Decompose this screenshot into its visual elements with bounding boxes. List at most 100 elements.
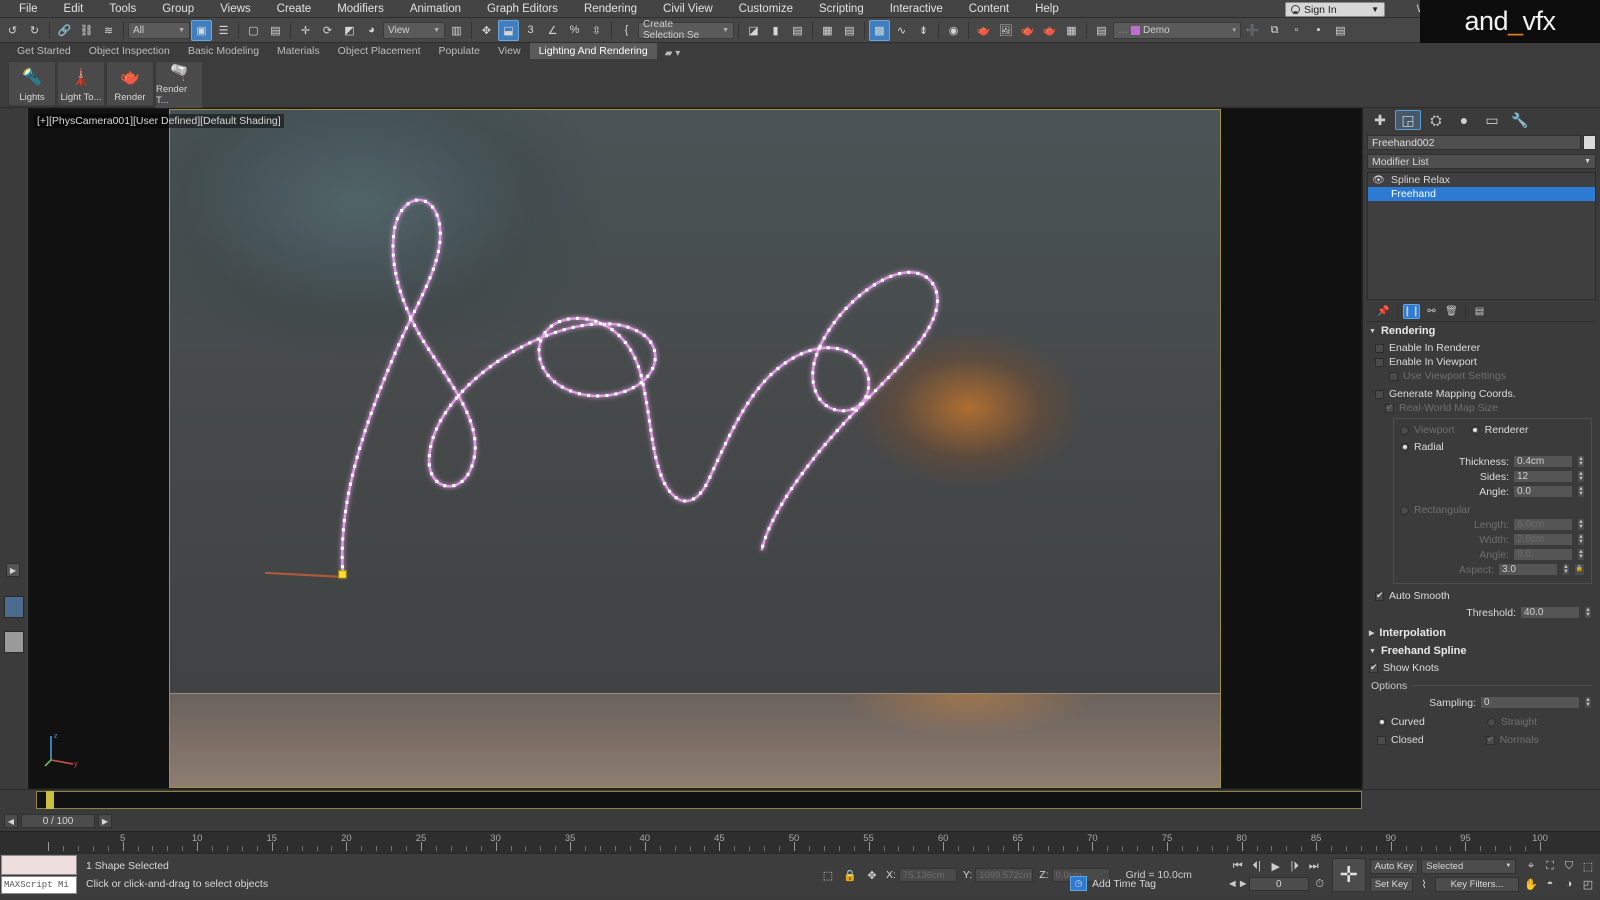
object-color-swatch[interactable] [1583,135,1596,150]
rectangular-selection-region-icon[interactable]: ▢ [243,20,264,41]
snaps-toggle-icon[interactable]: ⬓ [498,20,519,41]
key-mode-toggle-icon[interactable]: ◄► [1230,877,1246,892]
frame-field[interactable]: 0 / 100 [21,814,95,828]
lock-icon[interactable]: 🔒 [842,867,858,883]
percent-snap-toggle-icon[interactable]: ∠ [542,20,563,41]
utilities-tab[interactable]: 🔧 [1507,110,1533,130]
time-configuration-icon[interactable]: ⏱ [1312,877,1328,892]
ribbon-button-light-tools[interactable]: 🗼 Light To... [57,61,105,106]
pin-stack-icon[interactable]: 📌 [1375,304,1392,319]
spinner-field[interactable]: 12 [1513,470,1573,483]
spinner-thickness[interactable]: Thickness: 0.4cm ▲▼ [1400,454,1585,469]
select-and-link-icon[interactable]: 🔗 [54,20,75,41]
select-object-icon[interactable]: ▣ [191,20,212,41]
ribbon-button-lights[interactable]: 🔦 Lights [8,61,56,106]
radio-radial[interactable]: Radial [1400,440,1585,454]
zoom-tool-icon[interactable]: ⌖ [1523,859,1539,874]
undo-icon[interactable]: ↺ [2,20,23,41]
select-and-rotate-icon[interactable]: ⟳ [317,20,338,41]
current-frame-field[interactable]: 0 [1249,877,1309,891]
named-selection-sets-dropdown[interactable]: Create Selection Se ▼ [638,22,734,39]
previous-frame-icon[interactable]: ⏴| [1249,859,1265,874]
radio-rectangular[interactable]: Rectangular [1400,503,1585,517]
rollout-header-freehand-spline[interactable]: ▼ Freehand Spline [1363,642,1600,660]
ribbon-tab-object-placement[interactable]: Object Placement [329,43,430,59]
animation-mode-toggle[interactable]: ✛ [1332,858,1366,892]
white-swatch-icon[interactable]: ▫ [1286,20,1307,41]
menu-item-create[interactable]: Create [264,0,325,18]
ribbon-camera-dropdown[interactable]: ▰ ▾ [665,48,681,59]
more-tools-icon[interactable]: ▤ [1330,20,1351,41]
x-coordinate[interactable]: X: 75.136cm [886,868,957,882]
go-to-end-icon[interactable]: ⏭ [1306,859,1322,874]
play-animation-icon[interactable]: ▶ [1268,859,1284,874]
make-unique-icon[interactable]: ⚯ [1423,304,1440,319]
menu-item-animation[interactable]: Animation [397,0,474,18]
project-folder-icon[interactable]: ▤ [1091,20,1112,41]
spinner-arrows-icon[interactable]: ▲▼ [1584,606,1592,619]
bind-to-space-warp-icon[interactable]: ≋ [98,20,119,41]
menu-item-help[interactable]: Help [1022,0,1072,18]
modifier-stack-item-freehand[interactable]: Freehand [1368,187,1595,201]
edit-named-selection-sets-icon[interactable]: { [616,20,637,41]
menu-item-tools[interactable]: Tools [96,0,149,18]
scene-explorer-dropdown[interactable]: … Demo ▾ [1113,22,1241,39]
viewport-container[interactable]: [+][PhysCamera001][User Defined][Default… [28,108,1362,789]
spinner-threshold[interactable]: Threshold: 40.0 ▲▼ [1375,605,1592,620]
spinner-arrows-icon[interactable]: ▲▼ [1562,563,1570,576]
next-key-icon[interactable]: ▶ [98,814,112,828]
auto-key-button[interactable]: Auto Key [1370,859,1419,874]
use-center-flyout-icon[interactable]: ▥ [446,20,467,41]
time-slider[interactable] [46,791,54,809]
lock-aspect-icon[interactable]: 🔒 [1574,563,1585,576]
ribbon-tab-get-started[interactable]: Get Started [8,43,80,59]
key-filters-button[interactable]: Key Filters... [1435,877,1519,892]
material-editor-icon[interactable]: ◉ [943,20,964,41]
window-crossing-icon[interactable]: ▤ [265,20,286,41]
radio-straight[interactable]: Straight [1487,715,1537,729]
selection-filter-dropdown[interactable]: All ▼ [128,22,190,39]
spinner-arrows-icon[interactable]: ▲▼ [1577,485,1585,498]
menu-item-content[interactable]: Content [956,0,1022,18]
rollout-scroll-area[interactable]: ▼ Rendering Enable In Renderer Enable In… [1363,322,1600,789]
previous-key-icon[interactable]: ◀ [4,814,18,828]
display-tab[interactable]: ▭ [1479,110,1505,130]
render-production-icon[interactable]: 🫖 [1017,20,1038,41]
spinner-aspect[interactable]: Aspect: 3.0 ▲▼ 🔒 [1400,562,1585,577]
spinner-field[interactable]: 0.0 [1513,485,1573,498]
set-key-button[interactable]: Set Key [1370,877,1413,892]
select-and-place-icon[interactable]: ◕ [361,20,382,41]
zoom-region-icon[interactable]: ⬚ [1580,859,1596,874]
maxscript-output-pane[interactable] [1,855,77,875]
spinner-sides[interactable]: Sides: 12 ▲▼ [1400,469,1585,484]
object-color-icon[interactable]: ▪ [1308,20,1329,41]
angle-snap-toggle-icon[interactable]: 3 [520,20,541,41]
align-icon[interactable]: ▮ [765,20,786,41]
checkbox-enable-in-renderer[interactable]: Enable In Renderer [1375,341,1592,355]
transform-gizmo[interactable] [29,109,1361,788]
menu-item-customize[interactable]: Customize [726,0,806,18]
remove-modifier-icon[interactable]: 🗑 [1443,304,1460,319]
select-by-name-icon[interactable]: ☰ [213,20,234,41]
next-frame-icon[interactable]: |⏵ [1287,859,1303,874]
ribbon-tab-lighting-and-rendering[interactable]: Lighting And Rendering [530,43,657,59]
maxscript-mini-listener[interactable]: MAXScript Mi [0,854,78,895]
y-value[interactable]: 1099.572cm [975,868,1033,882]
menu-item-rendering[interactable]: Rendering [571,0,650,18]
go-to-start-icon[interactable]: ⏮ [1230,859,1246,874]
absolute-relative-mode-icon[interactable]: ✥ [864,867,880,883]
add-layer-icon[interactable]: ➕ [1242,20,1263,41]
layer-explorer-icon[interactable]: ▤ [787,20,808,41]
timeline-ruler[interactable]: 5101520253035404550556065707580859095100 [0,831,1600,853]
orbit-icon[interactable]: ◓ [1542,877,1558,892]
spinner-field[interactable]: 0.4cm [1513,455,1573,468]
x-value[interactable]: 75.136cm [899,868,957,882]
pan-view-icon[interactable]: ✋ [1523,877,1539,892]
spinner-arrows-icon[interactable]: ▲▼ [1584,696,1592,709]
ribbon-tab-object-inspection[interactable]: Object Inspection [80,43,179,59]
checkbox-generate-mapping-coords[interactable]: Generate Mapping Coords. [1375,387,1592,401]
unlink-selection-icon[interactable]: ⛓ [76,20,97,41]
time-tag-icon[interactable]: ◷ [1070,876,1087,891]
ribbon-button-render-tools[interactable]: 🫗 Render T... [155,61,203,109]
checkbox-show-knots[interactable]: Show Knots [1369,661,1592,675]
